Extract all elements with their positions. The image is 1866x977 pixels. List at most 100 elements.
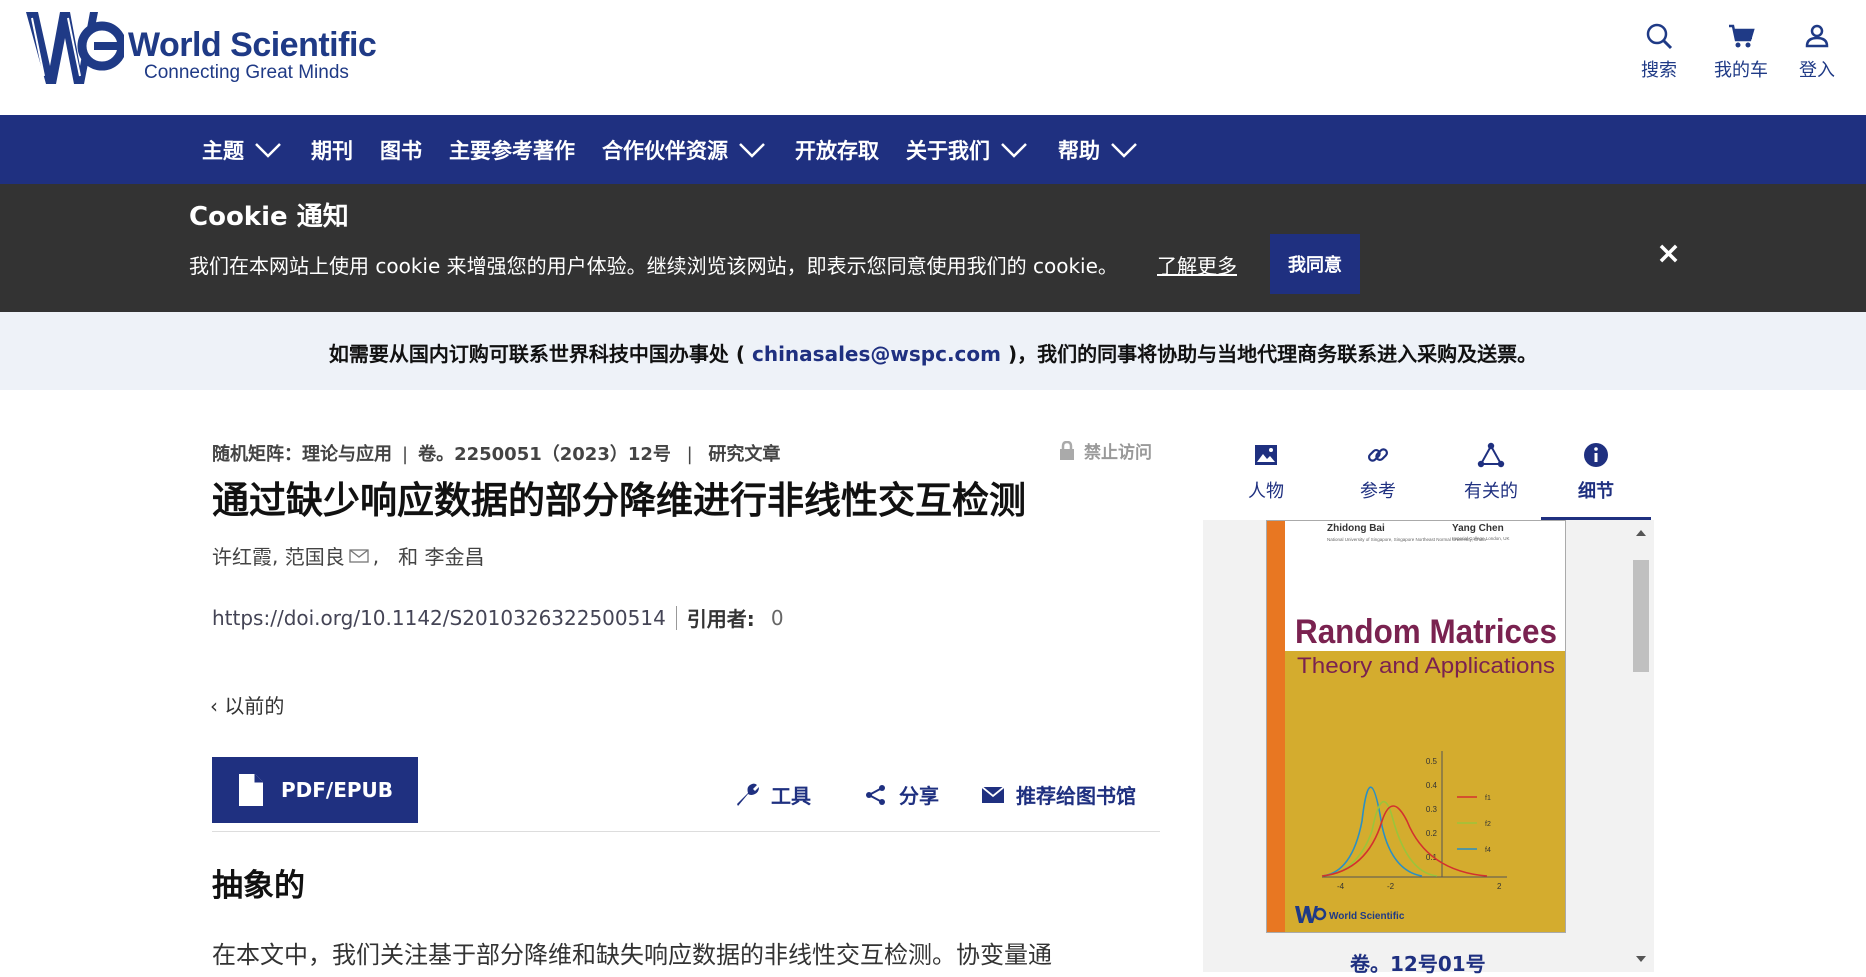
- legend-label: f2: [1485, 821, 1491, 828]
- nav-item-label: 帮助: [1058, 139, 1100, 163]
- cart-label: 我的车: [1714, 60, 1768, 81]
- pdf-epub-button[interactable]: PDF/EPUB: [212, 757, 418, 823]
- nav-item-label: 主题: [202, 139, 244, 163]
- meta-separator: |: [680, 444, 699, 465]
- volume-caption[interactable]: 卷。12号01号: [1350, 948, 1486, 977]
- cover-author-1: Zhidong Bai: [1327, 523, 1385, 534]
- envelope-icon: [982, 785, 1004, 803]
- cart-button[interactable]: 我的车: [1706, 22, 1776, 82]
- legend-label: f1: [1485, 795, 1491, 802]
- author-separator: ,: [272, 543, 285, 568]
- nav-item-about-us[interactable]: 关于我们: [906, 135, 1028, 165]
- nav-item-help[interactable]: 帮助: [1058, 135, 1138, 165]
- nav-item-open-access[interactable]: 开放存取: [795, 135, 879, 165]
- chevron-down-icon: [255, 143, 281, 158]
- cookie-text: 我们在本网站上使用 cookie 来增强您的用户体验。继续浏览该网站，即表示您同…: [189, 254, 1118, 278]
- login-label: 登入: [1799, 60, 1835, 81]
- author-list: 许红霞, 范国良 , 和 李金昌: [212, 541, 485, 570]
- main-nav: 主题 期刊 图书 主要参考著作 合作伙伴资源 开放存取 关于我们 帮助: [0, 115, 1866, 184]
- chevron-down-icon: [739, 143, 765, 158]
- cited-by-count[interactable]: 0: [771, 606, 784, 630]
- nav-item-partner-resources[interactable]: 合作伙伴资源: [602, 135, 766, 165]
- recommend-label: 推荐给图书馆: [1016, 784, 1136, 808]
- network-icon: [1477, 442, 1505, 468]
- banner-suffix: )，我们的同事将协助与当地代理商务联系进入采购及送票。: [1000, 342, 1538, 366]
- login-button[interactable]: 登入: [1782, 22, 1852, 82]
- abstract-heading: 抽象的: [212, 868, 305, 904]
- tab-label: 人物: [1248, 481, 1284, 502]
- nav-item-label: 主要参考著作: [449, 139, 575, 163]
- tab-label: 细节: [1578, 481, 1614, 502]
- nav-item-books[interactable]: 图书: [380, 135, 422, 165]
- doi-link[interactable]: https://doi.org/10.1142/S201032632250051…: [212, 606, 666, 630]
- wrench-icon: [737, 783, 759, 806]
- abstract-text: 在本文中，我们关注基于部分降维和缺失响应数据的非线性交互检测。协变量通: [212, 941, 1052, 969]
- close-icon[interactable]: ×: [1656, 236, 1681, 271]
- info-icon: [1584, 443, 1608, 467]
- y-tick-label: 0.1: [1426, 853, 1438, 862]
- link-icon: [1367, 448, 1389, 462]
- nav-item-label: 开放存取: [795, 139, 879, 163]
- search-button[interactable]: 搜索: [1624, 22, 1694, 82]
- author-separator: ,: [372, 543, 399, 568]
- recommend-to-library-button[interactable]: 推荐给图书馆: [982, 780, 1136, 809]
- envelope-icon[interactable]: [349, 548, 369, 563]
- journal-name[interactable]: 随机矩阵：理论与应用: [212, 444, 392, 465]
- tab-people[interactable]: 人物: [1211, 430, 1321, 503]
- article-title: 通过缺少响应数据的部分降维进行非线性交互检测: [212, 479, 1026, 522]
- cited-by-label: 引用者:: [686, 607, 755, 631]
- accept-cookies-button[interactable]: 我同意: [1270, 234, 1360, 294]
- journal-cover-image[interactable]: Zhidong Bai Yang Chen National Universit…: [1266, 520, 1566, 933]
- scroll-down-icon[interactable]: [1630, 950, 1652, 968]
- sales-email-link[interactable]: chinasales@wspc.com: [752, 342, 1001, 366]
- tools-label: 工具: [771, 784, 811, 808]
- lock-icon: [1060, 440, 1074, 460]
- author-link[interactable]: 李金昌: [425, 541, 485, 570]
- learn-more-link[interactable]: 了解更多: [1157, 250, 1237, 279]
- tools-button[interactable]: 工具: [733, 780, 811, 809]
- tab-references[interactable]: 参考: [1323, 430, 1433, 503]
- doi-row: https://doi.org/10.1142/S201032632250051…: [212, 603, 784, 632]
- china-sales-banner: 如需要从国内订购可联系世界科技中国办事处 ( chinasales@wspc.c…: [0, 312, 1866, 390]
- volume-info[interactable]: 卷。2250051（2023）12号: [418, 444, 671, 465]
- cookie-notice: Cookie 通知 我们在本网站上使用 cookie 来增强您的用户体验。继续浏…: [0, 184, 1866, 312]
- nav-item-major-reference[interactable]: 主要参考著作: [449, 135, 575, 165]
- scrollbar-thumb[interactable]: [1633, 560, 1649, 672]
- search-icon: [1646, 23, 1673, 50]
- chevron-left-icon: ‹: [210, 694, 218, 718]
- nav-item-label: 关于我们: [906, 139, 990, 163]
- y-tick-label: 0.2: [1426, 829, 1438, 838]
- author-link[interactable]: 许红霞: [212, 541, 272, 570]
- nav-item-journals[interactable]: 期刊: [311, 135, 353, 165]
- cover-affiliation-2: Imperial College London, UK: [1452, 536, 1510, 541]
- chevron-down-icon: [1001, 143, 1027, 158]
- author-and: 和: [398, 545, 419, 569]
- search-label: 搜索: [1641, 60, 1677, 81]
- author-link[interactable]: 范国良: [285, 541, 345, 570]
- panel-scrollbar[interactable]: [1630, 520, 1652, 972]
- access-label: 禁止访问: [1084, 443, 1152, 463]
- world-scientific-logo[interactable]: [24, 8, 124, 88]
- x-tick-label: -4: [1337, 882, 1345, 891]
- previous-article-link[interactable]: ‹ 以前的: [210, 690, 284, 719]
- nav-item-subjects[interactable]: 主题: [202, 135, 282, 165]
- nav-item-label: 图书: [380, 139, 422, 163]
- tab-related[interactable]: 有关的: [1436, 430, 1546, 503]
- y-tick-label: 0.3: [1426, 805, 1438, 814]
- site-header: World Scientific Connecting Great Minds …: [0, 0, 1866, 115]
- cart-icon: [1729, 24, 1755, 48]
- pdf-epub-label: PDF/EPUB: [280, 778, 394, 802]
- scroll-up-icon[interactable]: [1630, 524, 1652, 542]
- share-button[interactable]: 分享: [865, 780, 939, 809]
- y-tick-label: 0.5: [1426, 757, 1438, 766]
- share-icon: [866, 784, 885, 805]
- cover-artwork: Zhidong Bai Yang Chen National Universit…: [1267, 521, 1565, 932]
- divider: [675, 605, 677, 630]
- tab-details[interactable]: 细节: [1541, 430, 1651, 520]
- nav-item-label: 期刊: [311, 139, 353, 163]
- article-type: 研究文章: [708, 444, 781, 465]
- legend-label: f4: [1485, 847, 1491, 854]
- tab-label: 参考: [1360, 481, 1396, 502]
- image-icon: [1255, 445, 1277, 465]
- meta-separator: |: [402, 444, 409, 465]
